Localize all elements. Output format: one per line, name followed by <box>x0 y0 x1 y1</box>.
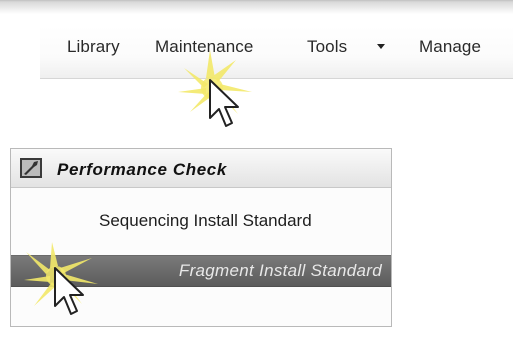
menu-item-manage[interactable]: Manage <box>419 37 481 57</box>
menu-item-fragment-install-standard[interactable]: Fragment Install Standard <box>11 255 391 287</box>
menu-item-maintenance[interactable]: Maintenance <box>155 37 253 57</box>
window-top-edge <box>0 0 513 14</box>
menu-item-tools[interactable]: Tools <box>307 37 347 57</box>
menu-item-library[interactable]: Library <box>67 37 120 57</box>
menu-item-label: Fragment Install Standard <box>178 261 382 280</box>
wrench-icon <box>20 158 42 178</box>
menu-item-sequencing-install-standard[interactable]: Sequencing Install Standard <box>99 211 312 231</box>
panel-title: Performance Check <box>57 160 227 179</box>
panel-header: Performance Check <box>11 149 391 188</box>
mouse-pointer-icon <box>209 79 239 127</box>
tools-dropdown-arrow-icon[interactable] <box>377 44 385 49</box>
performance-check-panel: Performance Check Sequencing Install Sta… <box>10 148 392 327</box>
